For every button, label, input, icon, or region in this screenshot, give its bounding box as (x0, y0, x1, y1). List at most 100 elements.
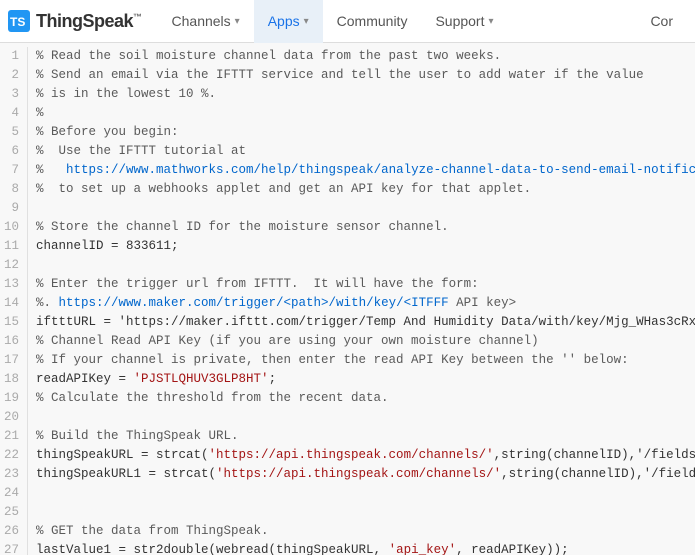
code-line: 11 channelID = 833611; (0, 237, 695, 256)
line-number: 25 (0, 503, 28, 522)
nav-channels[interactable]: Channels ▾ (158, 0, 254, 43)
navbar: TS ThingSpeak™ Channels ▾ Apps ▾ Communi… (0, 0, 695, 43)
line-number: 23 (0, 465, 28, 484)
code-line: 26 % GET the data from ThingSpeak. (0, 522, 695, 541)
code-line: 27 lastValue1 = str2double(webread(thingS… (0, 541, 695, 555)
line-content (36, 256, 695, 275)
line-content: % to set up a webhooks applet and get an… (36, 180, 695, 199)
line-number: 10 (0, 218, 28, 237)
line-content: % Read the soil moisture channel data fr… (36, 47, 695, 66)
line-content: %. https://www.maker.com/trigger/<path>/… (36, 294, 695, 313)
line-number: 6 (0, 142, 28, 161)
line-number: 2 (0, 66, 28, 85)
line-content: thingSpeakURL = strcat('https://api.thin… (36, 446, 695, 465)
code-line: 9 (0, 199, 695, 218)
nav-cor-label: Cor (650, 13, 673, 29)
line-content: % Build the ThingSpeak URL. (36, 427, 695, 446)
line-number: 20 (0, 408, 28, 427)
code-editor: 1 % Read the soil moisture channel data f… (0, 43, 695, 555)
line-number: 1 (0, 47, 28, 66)
line-number: 13 (0, 275, 28, 294)
line-number: 9 (0, 199, 28, 218)
line-content: % https://www.mathworks.com/help/thingsp… (36, 161, 695, 180)
code-line: 22 thingSpeakURL = strcat('https://api.th… (0, 446, 695, 465)
line-number: 27 (0, 541, 28, 555)
code-line: 10 % Store the channel ID for the moistur… (0, 218, 695, 237)
line-number: 26 (0, 522, 28, 541)
nav-community[interactable]: Community (323, 0, 422, 43)
line-number: 21 (0, 427, 28, 446)
code-line: 24 (0, 484, 695, 503)
code-line: 21 % Build the ThingSpeak URL. (0, 427, 695, 446)
brand-name: ThingSpeak™ (36, 11, 142, 32)
line-content: channelID = 833611; (36, 237, 695, 256)
line-number: 19 (0, 389, 28, 408)
code-line: 2 % Send an email via the IFTTT service a… (0, 66, 695, 85)
nav-cor[interactable]: Cor (636, 0, 687, 43)
brand-logo-link[interactable]: TS ThingSpeak™ (8, 10, 142, 32)
nav-apps[interactable]: Apps ▾ (254, 0, 323, 43)
line-content: % Use the IFTTT tutorial at (36, 142, 695, 161)
nav-apps-label: Apps (268, 13, 300, 29)
line-content: % Store the channel ID for the moisture … (36, 218, 695, 237)
line-content (36, 199, 695, 218)
code-line: 1 % Read the soil moisture channel data f… (0, 47, 695, 66)
nav-support[interactable]: Support ▾ (421, 0, 507, 43)
code-line: 16 % Channel Read API Key (if you are usi… (0, 332, 695, 351)
line-number: 16 (0, 332, 28, 351)
line-content: % (36, 104, 695, 123)
code-line: 8 % to set up a webhooks applet and get a… (0, 180, 695, 199)
line-content: % Calculate the threshold from the recen… (36, 389, 695, 408)
nav-community-label: Community (337, 13, 408, 29)
support-caret-icon: ▾ (489, 16, 494, 27)
line-content: % GET the data from ThingSpeak. (36, 522, 695, 541)
line-number: 22 (0, 446, 28, 465)
line-content: % Enter the trigger url from IFTTT. It w… (36, 275, 695, 294)
line-content: % If your channel is private, then enter… (36, 351, 695, 370)
line-content: % Before you begin: (36, 123, 695, 142)
brand-tm: ™ (133, 12, 142, 22)
code-line: 13 % Enter the trigger url from IFTTT. It… (0, 275, 695, 294)
code-line: 12 (0, 256, 695, 275)
nav-support-label: Support (435, 13, 484, 29)
line-number: 5 (0, 123, 28, 142)
code-line: 17 % If your channel is private, then ent… (0, 351, 695, 370)
code-line: 7 % https://www.mathworks.com/help/things… (0, 161, 695, 180)
svg-text:TS: TS (10, 15, 25, 29)
line-content: thingSpeakURL1 = strcat('https://api.thi… (36, 465, 695, 484)
line-number: 15 (0, 313, 28, 332)
channels-caret-icon: ▾ (235, 16, 240, 27)
line-content: lastValue1 = str2double(webread(thingSpe… (36, 541, 695, 555)
line-number: 24 (0, 484, 28, 503)
thingspeak-logo-icon: TS (8, 10, 30, 32)
line-content: readAPIKey = 'PJSTLQHUV3GLP8HT'; (36, 370, 695, 389)
line-number: 12 (0, 256, 28, 275)
line-number: 3 (0, 85, 28, 104)
code-line: 6 % Use the IFTTT tutorial at (0, 142, 695, 161)
code-line: 14 %. https://www.maker.com/trigger/<path… (0, 294, 695, 313)
line-number: 14 (0, 294, 28, 313)
line-number: 17 (0, 351, 28, 370)
code-line: 3 % is in the lowest 10 %. (0, 85, 695, 104)
line-content: % Send an email via the IFTTT service an… (36, 66, 695, 85)
line-number: 8 (0, 180, 28, 199)
line-content (36, 503, 695, 522)
line-content (36, 408, 695, 427)
line-number: 18 (0, 370, 28, 389)
line-content: % is in the lowest 10 %. (36, 85, 695, 104)
code-line: 25 (0, 503, 695, 522)
code-line: 19 % Calculate the threshold from the rec… (0, 389, 695, 408)
line-number: 7 (0, 161, 28, 180)
line-number: 11 (0, 237, 28, 256)
line-number: 4 (0, 104, 28, 123)
code-line: 20 (0, 408, 695, 427)
line-content (36, 484, 695, 503)
code-line: 23 thingSpeakURL1 = strcat('https://api.t… (0, 465, 695, 484)
code-line: 15 iftttURL = 'https://maker.ifttt.com/tr… (0, 313, 695, 332)
code-line: 4% (0, 104, 695, 123)
line-content: iftttURL = 'https://maker.ifttt.com/trig… (36, 313, 695, 332)
nav-channels-label: Channels (172, 13, 231, 29)
code-line: 5 % Before you begin: (0, 123, 695, 142)
line-content: % Channel Read API Key (if you are using… (36, 332, 695, 351)
code-line: 18 readAPIKey = 'PJSTLQHUV3GLP8HT'; (0, 370, 695, 389)
